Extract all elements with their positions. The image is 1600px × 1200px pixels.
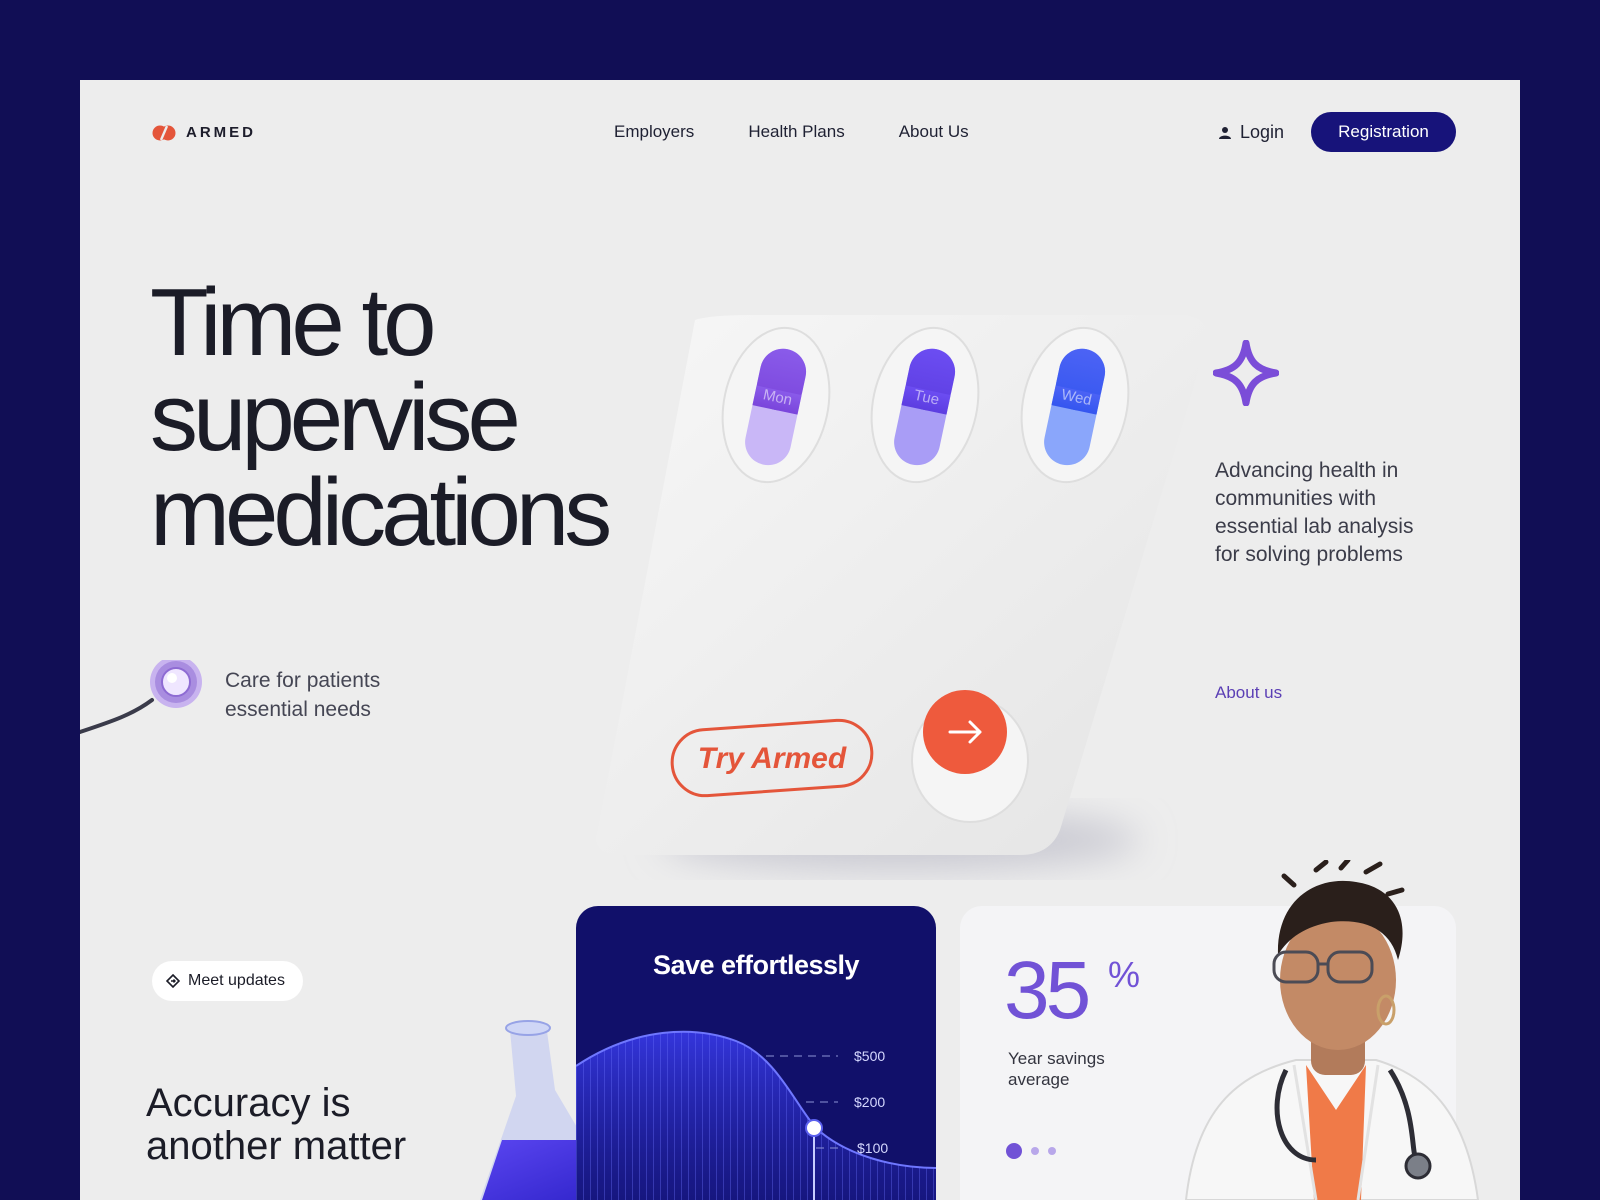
tick-label: $200 xyxy=(854,1094,885,1110)
side-description: Advancing health in communities with ess… xyxy=(1215,459,1414,566)
carousel-dot[interactable] xyxy=(1048,1147,1056,1155)
logo-mark-icon xyxy=(152,125,176,140)
nav-about-us[interactable]: About Us xyxy=(899,122,969,142)
stat-value: 35 xyxy=(1004,945,1091,1036)
main-nav: Employers Health Plans About Us xyxy=(614,122,969,142)
brand-logo[interactable]: ARMED xyxy=(152,124,256,141)
sparkle-star-icon xyxy=(1213,340,1279,406)
about-us-link[interactable]: About us xyxy=(1215,683,1282,703)
meet-updates-button[interactable]: Meet updates xyxy=(152,961,303,1001)
stethoscope-icon xyxy=(80,660,202,734)
nav-employers[interactable]: Employers xyxy=(614,122,694,142)
tick-label: $500 xyxy=(854,1048,885,1064)
chart-marker[interactable] xyxy=(805,1119,823,1137)
blister-pack-illustration: Mon Tue Wed Try Armed xyxy=(596,315,1208,870)
login-label: Login xyxy=(1240,122,1285,142)
stat-label: Year savings average xyxy=(1008,1049,1105,1089)
login-link[interactable]: Login xyxy=(1218,122,1284,143)
user-icon xyxy=(1219,126,1231,139)
carousel-dot-active[interactable] xyxy=(1006,1143,1022,1159)
save-effortlessly-card[interactable]: $500 $200 $100 Save effortlessly xyxy=(576,906,936,1200)
try-armed-label: Try Armed xyxy=(698,742,847,775)
care-text: Care for patients essential needs xyxy=(225,669,381,721)
stat-unit: % xyxy=(1108,954,1141,995)
meet-updates-label: Meet updates xyxy=(188,972,285,989)
brand-name: ARMED xyxy=(186,124,256,141)
diamond-arrow-icon xyxy=(166,974,180,988)
accuracy-heading: Accuracy is another matter xyxy=(146,1081,407,1168)
carousel-dots xyxy=(1006,1143,1056,1159)
tick-label: $100 xyxy=(857,1140,888,1156)
nav-health-plans[interactable]: Health Plans xyxy=(748,122,844,142)
save-card-title: Save effortlessly xyxy=(652,950,860,980)
doctor-portrait xyxy=(1184,860,1480,1200)
landing-page: ARMED Employers Health Plans About Us Lo… xyxy=(80,80,1520,1200)
registration-button[interactable]: Registration xyxy=(1311,112,1456,152)
carousel-dot[interactable] xyxy=(1031,1147,1039,1155)
